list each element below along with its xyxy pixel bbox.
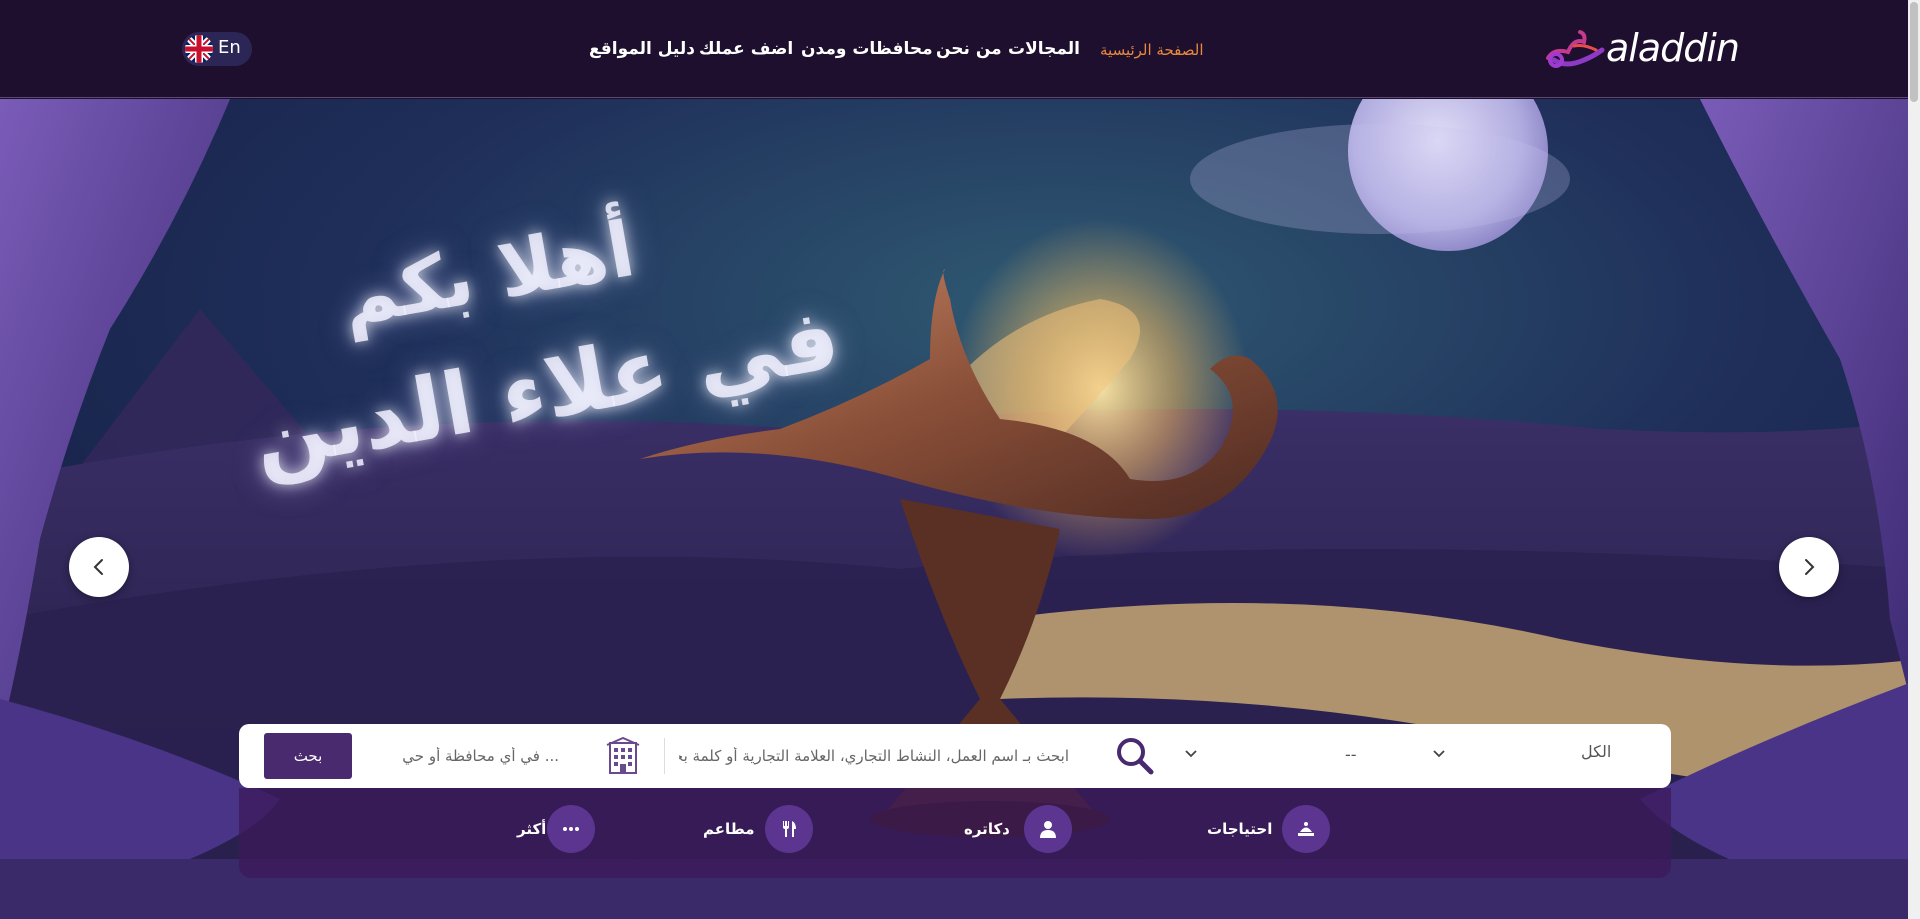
search-icon[interactable]: [1115, 736, 1155, 776]
hand-care-icon: [1298, 822, 1314, 836]
nav-home[interactable]: الصفحة الرئيسية: [1100, 37, 1204, 63]
category-strip: احتياجات دكاتره مطاعم أكثر: [239, 788, 1671, 878]
chevron-left-icon: [93, 559, 103, 575]
nav-about[interactable]: من نحن: [936, 36, 1002, 62]
welcome-text: أهلا بكم في علاء الدين: [160, 204, 847, 619]
search-bar: بحث -- الكل: [239, 724, 1671, 788]
nav-add-business[interactable]: اضف عملك: [699, 36, 793, 62]
subcategory-chevron-down-icon[interactable]: [1184, 749, 1198, 759]
search-divider: [664, 738, 665, 774]
scrollbar-thumb[interactable]: [1910, 2, 1918, 102]
nav-cities[interactable]: محافظات ومدن: [801, 36, 933, 62]
category-restaurants[interactable]: مطاعم: [703, 805, 965, 853]
chevron-right-icon: [1805, 559, 1815, 575]
nav-categories[interactable]: المجالات: [1008, 36, 1080, 62]
uk-flag-icon: [185, 35, 213, 63]
scope-select[interactable]: الكل: [1581, 741, 1611, 763]
subcategory-select[interactable]: --: [1345, 744, 1357, 766]
search-button[interactable]: بحث: [264, 733, 352, 779]
doctor-icon: [1040, 821, 1056, 838]
keyword-search-input[interactable]: [679, 738, 1069, 774]
site-header: aladdin الصفحة الرئيسية المجالات من نحن …: [0, 0, 1908, 98]
category-more[interactable]: أكثر: [517, 805, 747, 853]
language-switch-button[interactable]: En: [182, 32, 252, 66]
more-dots-icon: [563, 827, 579, 831]
slider-prev-button[interactable]: [69, 537, 129, 597]
category-needs[interactable]: احتياجات: [1207, 805, 1532, 853]
scope-chevron-down-icon[interactable]: [1432, 749, 1446, 759]
category-label: أكثر: [517, 820, 547, 838]
fork-knife-icon: [783, 821, 796, 837]
page-scrollbar[interactable]: [1908, 0, 1920, 919]
building-icon: [606, 737, 640, 774]
category-doctors[interactable]: دكاتره: [964, 805, 1224, 853]
nav-sites-directory[interactable]: دليل المواقع: [589, 36, 695, 62]
location-input[interactable]: [379, 738, 559, 774]
slider-next-button[interactable]: [1779, 537, 1839, 597]
category-label: دكاتره: [964, 820, 1010, 838]
main-nav: الصفحة الرئيسية المجالات من نحن محافظات …: [0, 36, 1920, 64]
language-label: En: [218, 37, 241, 58]
page: aladdin الصفحة الرئيسية المجالات من نحن …: [0, 0, 1920, 919]
welcome-line-2: في علاء الدين: [245, 288, 847, 490]
